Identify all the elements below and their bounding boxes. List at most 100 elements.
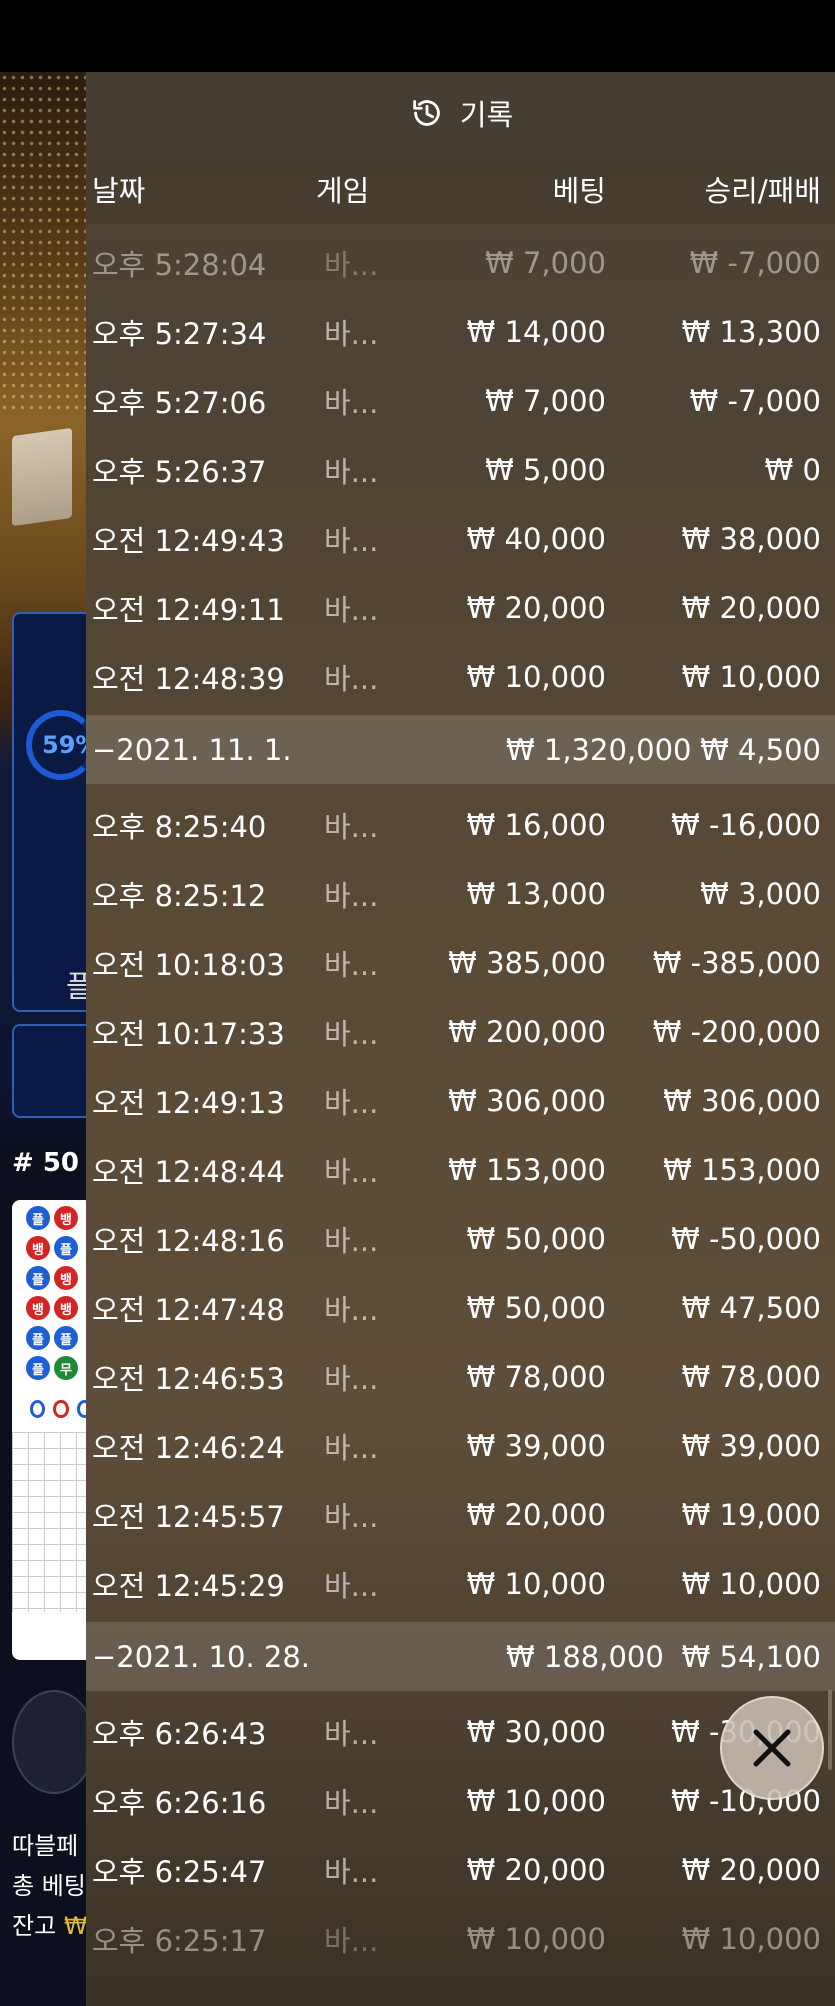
- row-result: ₩ 10,000: [681, 1921, 821, 1956]
- row-bet: ₩ 153,000: [448, 1152, 606, 1187]
- close-icon: [753, 1729, 791, 1767]
- row-bet: ₩ 20,000: [466, 1852, 606, 1887]
- row-result: ₩ 19,000: [681, 1497, 821, 1532]
- history-clock-icon: [413, 100, 440, 126]
- history-row[interactable]: 오전 12:49:11 바... ₩ 20,000 ₩ 20,000: [86, 573, 835, 642]
- row-game: 바...: [324, 1292, 379, 1327]
- status-bar: [0, 0, 835, 72]
- history-row[interactable]: 오전 12:49:43 바... ₩ 40,000 ₩ 38,000: [86, 504, 835, 573]
- row-bet: ₩ 20,000: [466, 1497, 606, 1532]
- row-time: 오후 6:26:43: [92, 1716, 267, 1751]
- bead-road-chip: 플: [26, 1266, 50, 1290]
- row-bet: ₩ 14,000: [466, 314, 606, 349]
- big-road-rings: [26, 1400, 92, 1418]
- history-row[interactable]: 오후 8:25:12 바... ₩ 13,000 ₩ 3,000: [86, 859, 835, 928]
- group-date: −2021. 10. 28.: [92, 1639, 310, 1674]
- row-time: 오후 6:26:16: [92, 1785, 267, 1820]
- bead-road-row: 플플: [26, 1326, 92, 1350]
- history-row[interactable]: 오후 6:25:17 바... ₩ 10,000 ₩ 10,000: [86, 1904, 835, 1973]
- history-date-group[interactable]: −2021. 10. 28. ₩ 188,000 ₩ 54,100: [86, 1622, 835, 1691]
- history-row[interactable]: 오후 5:27:34 바... ₩ 14,000 ₩ 13,300: [86, 297, 835, 366]
- history-row[interactable]: 오전 12:46:24 바... ₩ 39,000 ₩ 39,000: [86, 1411, 835, 1480]
- row-game: 바...: [324, 1716, 379, 1751]
- row-bet: ₩ 10,000: [466, 1783, 606, 1818]
- history-date-group[interactable]: −2021. 11. 1. ₩ 1,320,000 ₩ 4,500: [86, 715, 835, 784]
- scrollbar[interactable]: [828, 1690, 832, 1770]
- group-total-result: ₩ 54,100: [681, 1639, 821, 1674]
- history-row[interactable]: 오후 8:25:40 바... ₩ 16,000 ₩ -16,000: [86, 790, 835, 859]
- row-time: 오전 10:18:03: [92, 947, 285, 982]
- row-bet: ₩ 50,000: [466, 1221, 606, 1256]
- row-time: 오후 5:27:06: [92, 385, 267, 420]
- close-button[interactable]: [720, 1696, 824, 1800]
- row-bet: ₩ 10,000: [466, 1566, 606, 1601]
- row-result: ₩ 153,000: [663, 1152, 821, 1187]
- row-bet: ₩ 13,000: [466, 876, 606, 911]
- row-time: 오후 8:25:40: [92, 809, 267, 844]
- history-list[interactable]: 오후 5:28:04 바... ₩ 7,000 ₩ -7,000 오후 5:27:34 바…: [86, 228, 835, 1973]
- history-row[interactable]: 오전 10:17:33 바... ₩ 200,000 ₩ -200,000: [86, 997, 835, 1066]
- history-row[interactable]: 오전 12:49:13 바... ₩ 306,000 ₩ 306,000: [86, 1066, 835, 1135]
- bead-road-chips: 플뱅뱅플플뱅뱅뱅플플플무: [12, 1206, 92, 1380]
- row-result: ₩ -50,000: [671, 1221, 821, 1256]
- row-bet: ₩ 7,000: [485, 383, 606, 418]
- row-game: 바...: [324, 1154, 379, 1189]
- row-time: 오전 12:46:24: [92, 1430, 285, 1465]
- bead-road-chip: 플: [26, 1356, 50, 1380]
- row-result: ₩ 20,000: [681, 1852, 821, 1887]
- history-row[interactable]: 오후 6:25:47 바... ₩ 20,000 ₩ 20,000: [86, 1835, 835, 1904]
- history-row[interactable]: 오전 10:18:03 바... ₩ 385,000 ₩ -385,000: [86, 928, 835, 997]
- row-time: 오후 8:25:12: [92, 878, 267, 913]
- history-row[interactable]: 오후 5:28:04 바... ₩ 7,000 ₩ -7,000: [86, 228, 835, 297]
- row-time: 오전 12:47:48: [92, 1292, 285, 1327]
- column-header-game: 게임: [316, 174, 370, 208]
- road-ring: [30, 1400, 46, 1418]
- footer-balance-label: 잔고: [12, 1912, 57, 1940]
- row-time: 오후 5:27:34: [92, 316, 267, 351]
- row-time: 오전 10:17:33: [92, 1016, 285, 1051]
- history-row[interactable]: 오전 12:46:53 바... ₩ 78,000 ₩ 78,000: [86, 1342, 835, 1411]
- row-time: 오후 6:25:17: [92, 1923, 267, 1958]
- row-time: 오전 12:48:16: [92, 1223, 285, 1258]
- history-row[interactable]: 오후 5:27:06 바... ₩ 7,000 ₩ -7,000: [86, 366, 835, 435]
- bead-road-chip: 뱅: [26, 1236, 50, 1260]
- row-bet: ₩ 78,000: [466, 1359, 606, 1394]
- row-time: 오후 5:26:37: [92, 454, 267, 489]
- history-row[interactable]: 오전 12:48:39 바... ₩ 10,000 ₩ 10,000: [86, 642, 835, 711]
- row-game: 바...: [324, 661, 379, 696]
- column-header-date: 날짜: [92, 174, 146, 208]
- history-row[interactable]: 오후 6:26:16 바... ₩ 10,000 ₩ -10,000: [86, 1766, 835, 1835]
- history-row[interactable]: 오전 12:48:16 바... ₩ 50,000 ₩ -50,000: [86, 1204, 835, 1273]
- row-bet: ₩ 50,000: [466, 1290, 606, 1325]
- row-result: ₩ 10,000: [681, 659, 821, 694]
- row-bet: ₩ 200,000: [448, 1014, 606, 1049]
- row-game: 바...: [324, 385, 379, 420]
- bead-road-chip: 플: [26, 1326, 50, 1350]
- history-panel: 기록 날짜 게임 베팅 승리/패배 오후 5:28:04 바... ₩ 7,000 ₩…: [86, 72, 835, 2006]
- casino-lights-decoration: [0, 72, 86, 412]
- row-result: ₩ 39,000: [681, 1428, 821, 1463]
- row-result: ₩ 0: [764, 452, 821, 487]
- row-time: 오전 12:49:11: [92, 592, 285, 627]
- shoe-number: # 50: [12, 1148, 80, 1178]
- row-time: 오전 12:48:44: [92, 1154, 285, 1189]
- row-time: 오전 12:45:29: [92, 1568, 285, 1603]
- row-game: 바...: [324, 878, 379, 913]
- history-row[interactable]: 오전 12:48:44 바... ₩ 153,000 ₩ 153,000: [86, 1135, 835, 1204]
- row-game: 바...: [324, 1430, 379, 1465]
- row-game: 바...: [324, 523, 379, 558]
- history-row[interactable]: 오후 5:26:37 바... ₩ 5,000 ₩ 0: [86, 435, 835, 504]
- row-game: 바...: [324, 592, 379, 627]
- row-time: 오전 12:48:39: [92, 661, 285, 696]
- bead-road-row: 플뱅: [26, 1206, 92, 1230]
- row-result: ₩ 20,000: [681, 590, 821, 625]
- row-time: 오전 12:45:57: [92, 1499, 285, 1534]
- row-time: 오후 5:28:04: [92, 247, 267, 282]
- history-row[interactable]: 오전 12:45:29 바... ₩ 10,000 ₩ 10,000: [86, 1549, 835, 1618]
- history-row[interactable]: 오전 12:45:57 바... ₩ 20,000 ₩ 19,000: [86, 1480, 835, 1549]
- history-row[interactable]: 오전 12:47:48 바... ₩ 50,000 ₩ 47,500: [86, 1273, 835, 1342]
- row-result: ₩ 306,000: [663, 1083, 821, 1118]
- row-bet: ₩ 39,000: [466, 1428, 606, 1463]
- group-total-bet: ₩ 1,320,000: [506, 732, 692, 767]
- history-header: 기록: [86, 72, 835, 154]
